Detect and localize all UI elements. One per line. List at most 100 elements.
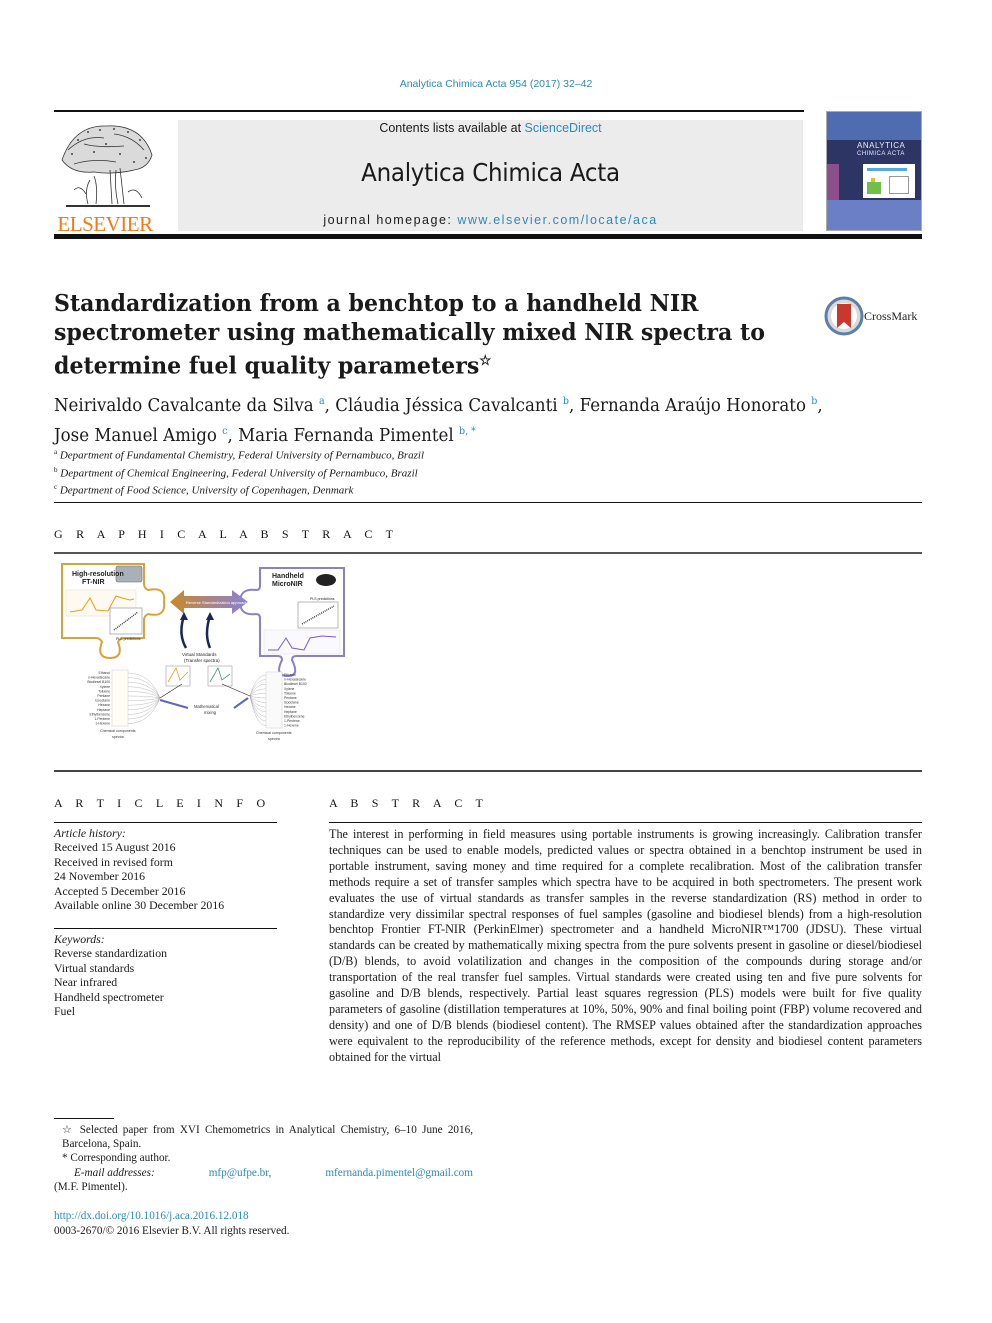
affiliation-text: Department of Chemical Engineering, Fede… <box>60 467 418 480</box>
journal-homepage-line: journal homepage: www.elsevier.com/locat… <box>178 213 803 227</box>
ga-left-component-label: n-Hexadecane <box>88 676 110 680</box>
author[interactable]: Cláudia Jéssica Cavalcanti b <box>335 396 569 416</box>
author-affiliation-mark[interactable]: b, * <box>459 426 476 437</box>
cover-bottom-band <box>827 200 921 230</box>
copyright: 0003-2670/© 2016 Elsevier B.V. All right… <box>54 1225 290 1237</box>
article-info-heading: A R T I C L E I N F O <box>54 796 271 810</box>
journal-cover-image[interactable]: ANALYTICA CHIMICA ACTA <box>826 111 922 231</box>
ga-left-component-label: Hexane <box>98 703 110 707</box>
ga-left-label-1: High-resolution <box>72 571 124 578</box>
doi-link[interactable]: http://dx.doi.org/10.1016/j.aca.2016.12.… <box>54 1210 249 1222</box>
ga-left-component-label: Xylene <box>100 685 110 689</box>
ga-right-component-label: Ethanol <box>284 673 296 677</box>
affiliation-text: Department of Fundamental Chemistry, Fed… <box>59 449 425 462</box>
ga-left-pls-label: PLS predictions <box>116 637 141 641</box>
history-entry: Received in revised form <box>54 854 173 869</box>
ga-left-component-label: Ethanol <box>99 671 111 675</box>
homepage-prefix: journal homepage: <box>323 213 458 227</box>
ga-left-fan-line <box>127 677 161 699</box>
affiliation-list: a Department of Fundamental Chemistry, F… <box>54 445 754 498</box>
ga-right-pls-label: PLS predictions <box>310 597 335 601</box>
keywords-rule <box>54 928 277 929</box>
ga-left-component-label: 1-Pentene <box>94 717 110 721</box>
crossmark-label[interactable]: CrossMark <box>864 309 917 324</box>
affiliation-key: a <box>54 448 58 456</box>
footnote-emails: E-mail addresses: mfp@ufpe.br, mfernanda… <box>54 1166 473 1180</box>
ga-left-component-label: Ethylbenzene <box>89 712 110 716</box>
email-link-1[interactable]: mfp@ufpe.br, <box>209 1166 272 1180</box>
author-name: Cláudia Jéssica Cavalcanti <box>335 395 558 416</box>
graphical-abstract-heading: G R A P H I C A L A B S T R A C T <box>54 527 399 541</box>
abstract-rule <box>329 822 922 823</box>
ga-left-component-label: 1-Hexene <box>95 722 110 726</box>
crossmark-icon <box>824 296 864 336</box>
author[interactable]: Maria Fernanda Pimentel b, * <box>238 426 476 446</box>
ga-right-component-label: 1-Pentene <box>284 719 300 723</box>
ga-right-label-1: Handheld <box>272 573 304 580</box>
author-separator: , <box>324 395 336 416</box>
article-history-label: Article history: <box>54 826 126 840</box>
ga-left-fan-line <box>127 697 161 701</box>
author-name: Neirivaldo Cavalcante da Silva <box>54 395 314 416</box>
cover-figure <box>863 164 915 198</box>
email-link-2[interactable]: mfernanda.pimentel@gmail.com <box>325 1166 473 1180</box>
ga-left-component-label: Toluene <box>98 689 110 693</box>
history-entry: 24 November 2016 <box>54 869 146 884</box>
affiliation-text: Department of Food Science, University o… <box>59 484 354 497</box>
ga-curved-arrow-right <box>205 615 212 649</box>
history-entry: Accepted 5 December 2016 <box>54 883 186 898</box>
history-entry: Available online 30 December 2016 <box>54 898 225 913</box>
author[interactable]: Fernanda Araújo Honorato b <box>580 396 818 416</box>
ga-virtual-label-1: Virtual Standards <box>182 652 217 657</box>
footnote-star: ☆ Selected paper from XVI Chemometrics i… <box>62 1124 473 1151</box>
cover-title-line2: CHIMICA ACTA <box>857 151 905 157</box>
ga-right-label-2: MicroNIR <box>272 581 303 588</box>
history-entry: Received 15 August 2016 <box>54 840 176 855</box>
author[interactable]: Jose Manuel Amigo c <box>54 426 227 446</box>
ga-left-fan-line <box>127 695 161 699</box>
author-separator: , <box>569 395 580 416</box>
affiliation: c Department of Food Science, University… <box>54 480 754 498</box>
journal-citation[interactable]: Analytica Chimica Acta 954 (2017) 32–42 <box>0 78 992 90</box>
contents-prefix: Contents lists available at <box>379 121 525 135</box>
author[interactable]: Neirivaldo Cavalcante da Silva a <box>54 396 325 416</box>
handheld-instrument-image <box>316 574 336 586</box>
title-footnote-star[interactable]: ☆ <box>479 353 491 369</box>
ga-mixing-arrow-left <box>159 699 189 709</box>
keyword: Virtual standards <box>54 960 135 975</box>
affiliation-key: b <box>54 465 58 474</box>
ga-curved-arrow-left <box>180 615 188 649</box>
homepage-link[interactable]: www.elsevier.com/locate/aca <box>457 213 657 227</box>
ga-right-component-label: Heptane <box>284 710 297 714</box>
ga-virtual-label-2: (Transfer spectra) <box>184 658 220 663</box>
email-owner: (M.F. Pimentel). <box>54 1180 128 1193</box>
ga-left-components-label-2: spectra <box>112 735 124 739</box>
article-history: Article history: Received 15 August 2016… <box>54 826 277 912</box>
ga-right-components-label-1: Chemical components <box>256 731 292 735</box>
ga-right-fan-line <box>249 674 267 697</box>
ga-left-component-label: Pentane <box>97 694 110 698</box>
ga-right-component-label: Xylene <box>284 687 294 691</box>
journal-name: Analytica Chimica Acta <box>361 158 620 187</box>
ga-right-component-label: n-Hexadecane <box>284 678 306 682</box>
sciencedirect-link[interactable]: ScienceDirect <box>525 121 602 135</box>
author-name: Fernanda Araújo Honorato <box>579 395 806 416</box>
ga-left-fan-lines <box>127 672 161 724</box>
ga-right-component-label: Toluene <box>284 691 296 695</box>
cover-title: ANALYTICA CHIMICA ACTA <box>857 142 905 158</box>
author-name: Maria Fernanda Pimentel <box>238 425 454 446</box>
keyword: Reverse standardization <box>54 946 168 961</box>
footnotes: ☆ Selected paper from XVI Chemometrics i… <box>54 1123 473 1194</box>
affiliation: a Department of Fundamental Chemistry, F… <box>54 445 754 463</box>
ga-right-component-label: Biodiesel B100 <box>284 682 307 686</box>
author-separator: , <box>817 395 823 416</box>
ga-left-fan-line <box>127 697 161 724</box>
graphical-abstract-figure[interactable]: High-resolution FT-NIR Handheld MicroNIR… <box>60 562 350 742</box>
keyword: Near infrared <box>54 975 118 990</box>
ga-left-component-label: Isooctane <box>95 699 110 703</box>
ga-left-component-label: Heptane <box>97 708 110 712</box>
ga-left-component-label: Biodiesel B100 <box>87 680 110 684</box>
author-name: Jose Manuel Amigo <box>54 425 217 446</box>
ga-right-component-label: Hexane <box>284 705 296 709</box>
ga-right-component-label: Isooctane <box>284 701 299 705</box>
